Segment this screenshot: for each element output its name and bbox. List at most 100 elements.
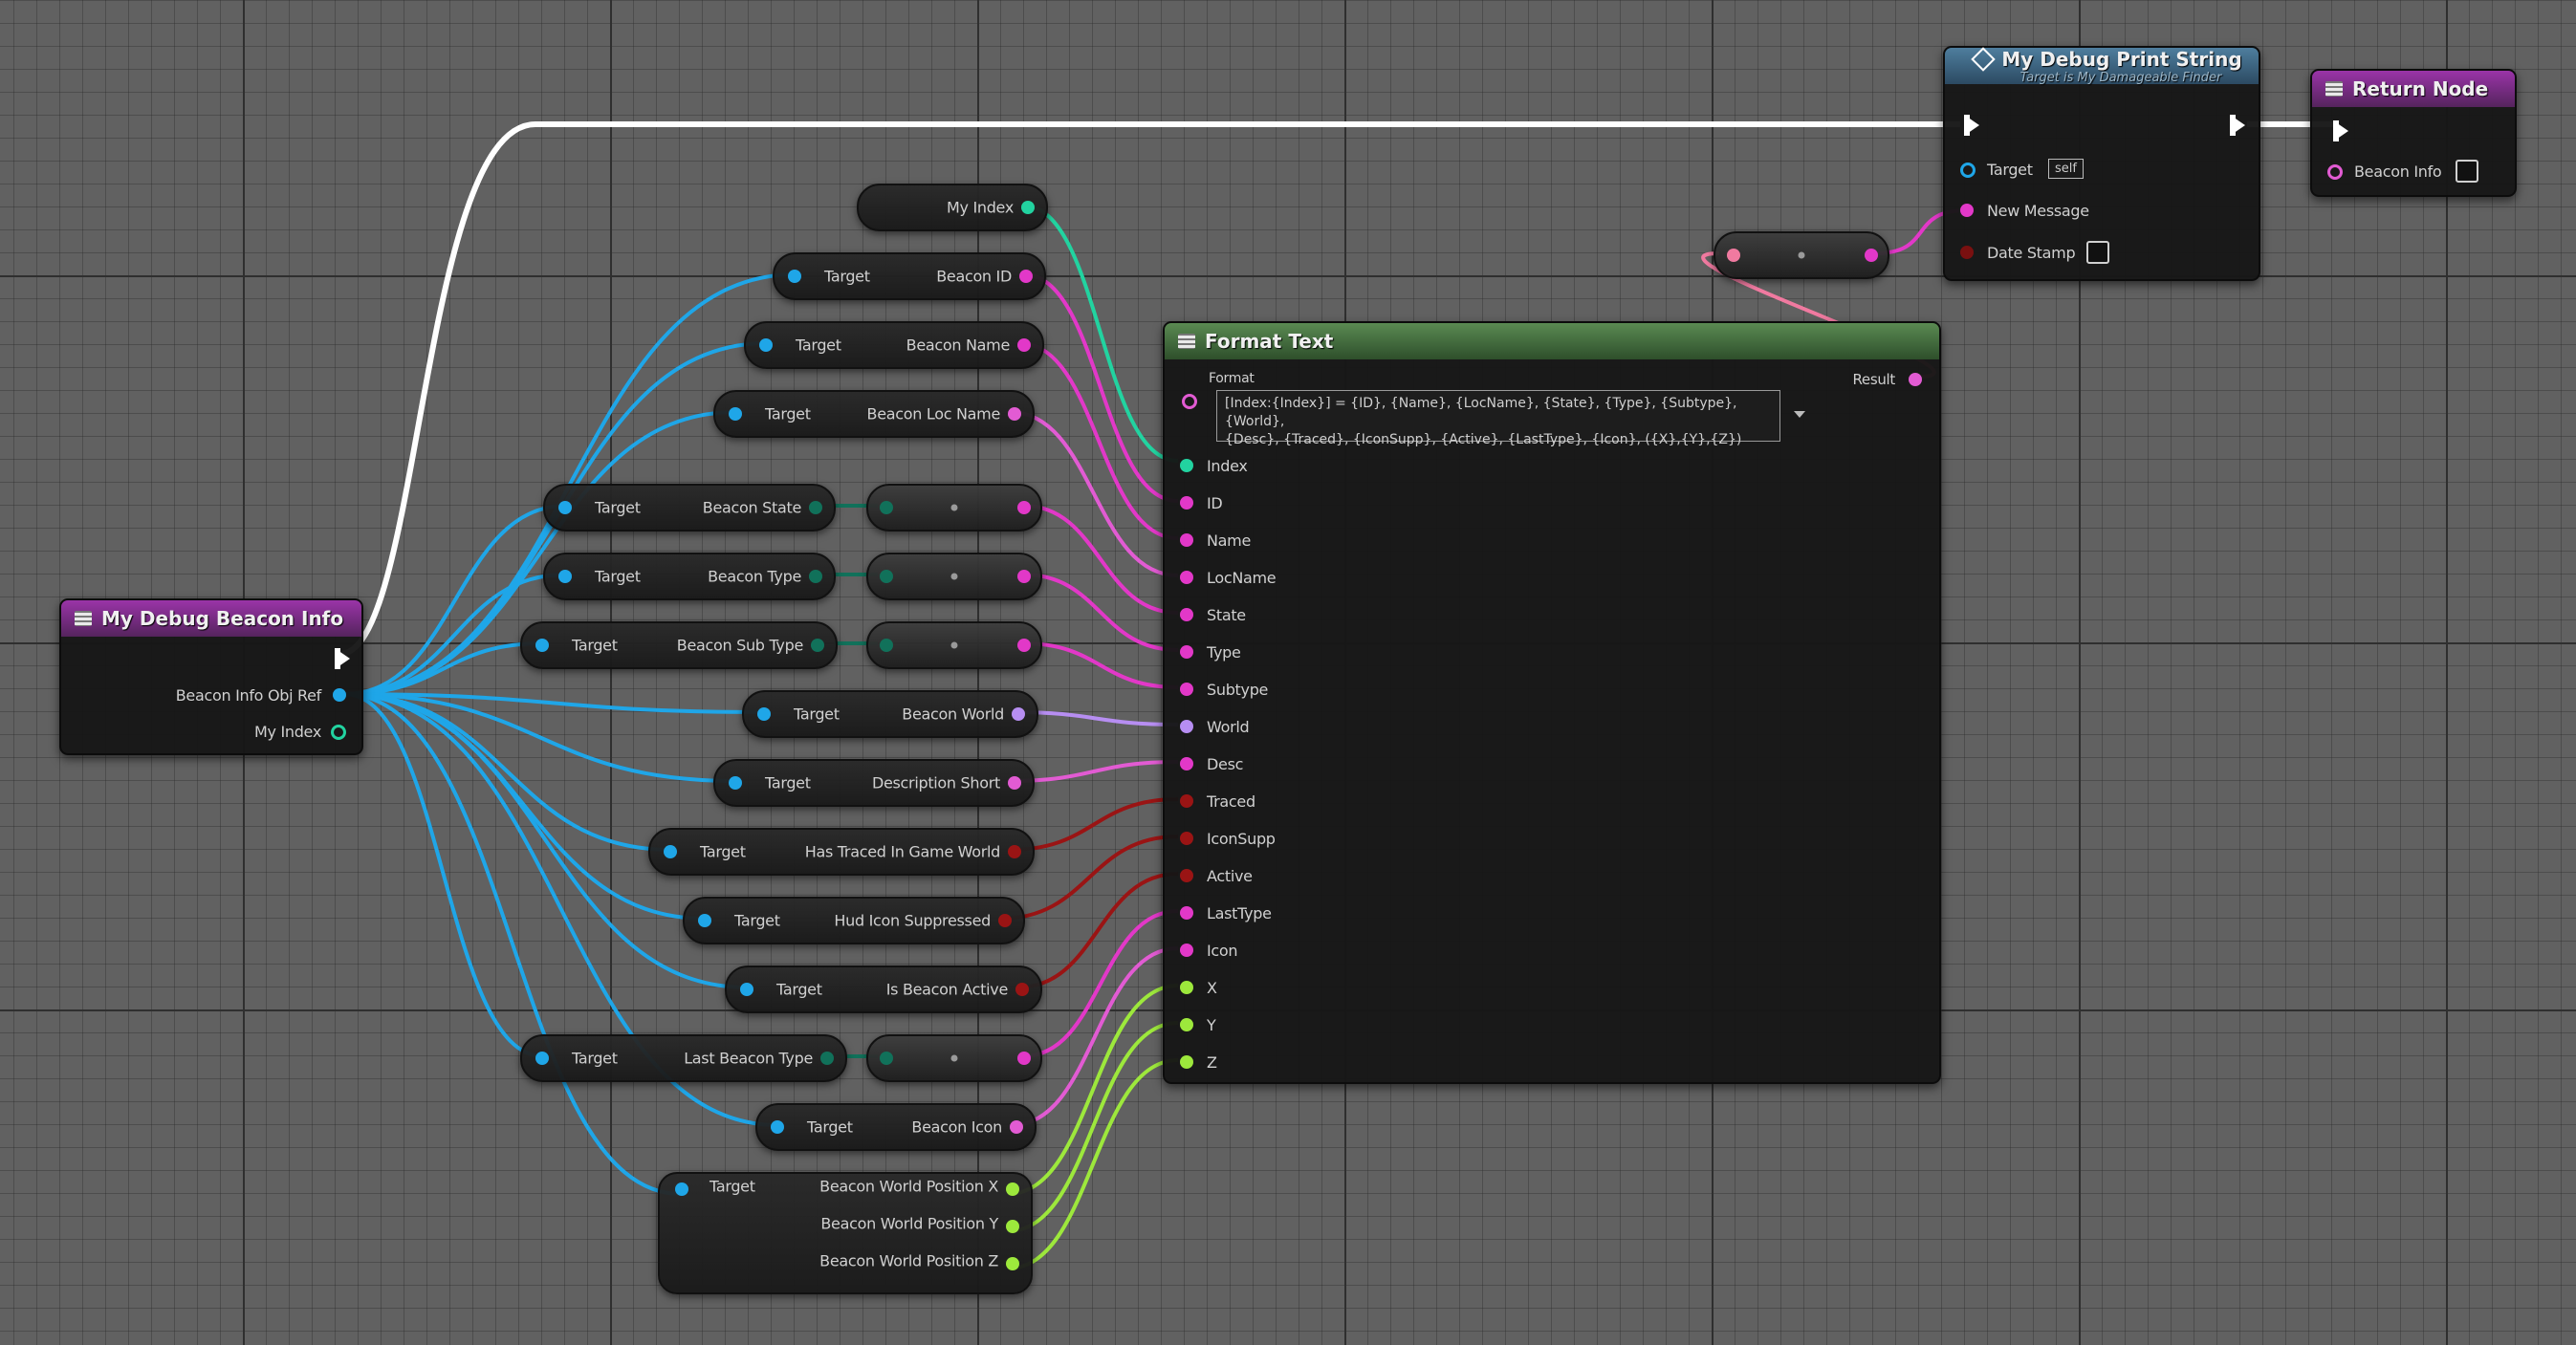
beacon-name-getter[interactable]: Target Beacon Name — [744, 321, 1044, 369]
format-input-pin-y[interactable] — [1180, 1018, 1193, 1031]
byte-to-string-node[interactable] — [866, 553, 1042, 600]
target-self-field[interactable]: self — [2048, 159, 2084, 179]
last-beacon-type-getter[interactable]: Target Last Beacon Type — [520, 1034, 847, 1082]
target-pin[interactable] — [675, 1182, 688, 1196]
beacon-id-out-pin[interactable] — [1019, 270, 1033, 283]
beacon-name-out-pin[interactable] — [1017, 338, 1031, 352]
conv-in-pin[interactable] — [880, 570, 893, 583]
conv-in-pin[interactable] — [1727, 249, 1740, 262]
target-pin[interactable] — [771, 1120, 784, 1134]
beacon-state-getter[interactable]: Target Beacon State — [543, 484, 836, 531]
target-pin[interactable] — [729, 407, 742, 421]
format-input-pin-x[interactable] — [1180, 981, 1193, 994]
pos-y-out-pin[interactable] — [1006, 1220, 1019, 1233]
beacon-world-position-getter[interactable]: Target Beacon World Position X Beacon Wo… — [658, 1172, 1033, 1294]
format-input-pin-index[interactable] — [1180, 459, 1193, 472]
byte-to-string-node[interactable] — [866, 484, 1042, 531]
debug-beacon-info-node[interactable]: My Debug Beacon Info Beacon Info Obj Ref… — [59, 598, 363, 755]
conv-in-pin[interactable] — [880, 639, 893, 652]
my-index-out-pin[interactable] — [1021, 201, 1035, 214]
debug-beacon-info-header[interactable]: My Debug Beacon Info — [61, 600, 361, 637]
print-string-header[interactable]: My Debug Print String Target is My Damag… — [1945, 46, 2259, 85]
return-node[interactable]: Return Node Beacon Info — [2310, 69, 2517, 197]
beacon-world-out-pin[interactable] — [1012, 707, 1025, 721]
hud-icon-suppressed-getter[interactable]: Target Hud Icon Suppressed — [683, 897, 1025, 944]
date-stamp-pin[interactable] — [1960, 246, 1974, 259]
conv-out-pin[interactable] — [1017, 570, 1031, 583]
byte-to-string-node[interactable] — [866, 1034, 1042, 1082]
print-exec-out-pin[interactable] — [2230, 115, 2245, 136]
conv-out-pin[interactable] — [1017, 639, 1031, 652]
target-pin[interactable] — [759, 338, 773, 352]
format-input-pin-locname[interactable] — [1180, 571, 1193, 584]
format-input-pin-state[interactable] — [1180, 608, 1193, 621]
format-string-field[interactable]: [Index:{Index}] = {ID}, {Name}, {LocName… — [1216, 390, 1780, 447]
format-input-pin-desc[interactable] — [1180, 757, 1193, 770]
target-pin[interactable] — [535, 1052, 549, 1065]
target-pin[interactable] — [729, 776, 742, 790]
format-text-header[interactable]: Format Text — [1165, 323, 1939, 359]
my-index-pin[interactable] — [331, 725, 346, 740]
conv-in-pin[interactable] — [880, 501, 893, 514]
format-text-node[interactable]: Format Text Format [Index:{Index}] = {ID… — [1163, 321, 1941, 1084]
conv-in-pin[interactable] — [880, 1052, 893, 1065]
beacon-loc-name-getter[interactable]: Target Beacon Loc Name — [713, 390, 1035, 438]
pos-z-out-pin[interactable] — [1006, 1257, 1019, 1270]
format-input-pin-iconsupp[interactable] — [1180, 832, 1193, 845]
beacon-type-out-pin[interactable] — [809, 570, 822, 583]
format-input-pin-active[interactable] — [1180, 869, 1193, 882]
target-pin[interactable] — [558, 570, 572, 583]
my-index-getter[interactable]: My Index — [857, 184, 1048, 231]
format-input-pin-type[interactable] — [1180, 645, 1193, 659]
blueprint-graph-canvas[interactable]: My Debug Beacon Info Beacon Info Obj Ref… — [0, 0, 2576, 1345]
beacon-sub-type-getter[interactable]: Target Beacon Sub Type — [520, 621, 838, 669]
print-exec-in-pin[interactable] — [1964, 115, 1979, 136]
conv-out-pin[interactable] — [1865, 249, 1878, 262]
has-traced-getter[interactable]: Target Has Traced In Game World — [648, 828, 1035, 876]
is-beacon-active-getter[interactable]: Target Is Beacon Active — [725, 965, 1042, 1013]
new-message-pin[interactable] — [1960, 204, 1974, 217]
target-pin[interactable] — [740, 983, 753, 996]
target-pin[interactable] — [788, 270, 801, 283]
is-active-out-pin[interactable] — [1015, 983, 1029, 996]
target-pin[interactable] — [664, 845, 677, 858]
beacon-id-getter[interactable]: Target Beacon ID — [773, 252, 1046, 300]
last-type-out-pin[interactable] — [820, 1052, 834, 1065]
format-input-pin-traced[interactable] — [1180, 794, 1193, 808]
format-input-pin-name[interactable] — [1180, 533, 1193, 547]
result-pin[interactable] — [1909, 373, 1922, 386]
hud-icon-out-pin[interactable] — [998, 914, 1012, 927]
date-stamp-checkbox[interactable] — [2086, 241, 2109, 264]
format-input-pin-lasttype[interactable] — [1180, 906, 1193, 920]
text-to-string-node[interactable] — [1714, 231, 1889, 279]
format-input-pin-subtype[interactable] — [1180, 683, 1193, 696]
beacon-type-getter[interactable]: Target Beacon Type — [543, 553, 836, 600]
beacon-info-checkbox[interactable] — [2456, 160, 2478, 183]
format-dropdown-arrow[interactable] — [1794, 411, 1805, 418]
exec-out-pin[interactable] — [335, 648, 350, 669]
target-pin[interactable] — [535, 639, 549, 652]
has-traced-out-pin[interactable] — [1008, 845, 1021, 858]
format-input-pin-id[interactable] — [1180, 496, 1193, 510]
format-pin[interactable] — [1182, 394, 1197, 409]
pos-x-out-pin[interactable] — [1006, 1182, 1019, 1196]
target-pin[interactable] — [757, 707, 771, 721]
conv-out-pin[interactable] — [1017, 501, 1031, 514]
format-input-pin-z[interactable] — [1180, 1055, 1193, 1069]
conv-out-pin[interactable] — [1017, 1052, 1031, 1065]
beacon-icon-out-pin[interactable] — [1010, 1120, 1023, 1134]
description-short-getter[interactable]: Target Description Short — [713, 759, 1035, 807]
beacon-world-getter[interactable]: Target Beacon World — [742, 690, 1038, 738]
print-target-pin[interactable] — [1960, 163, 1976, 178]
beacon-sub-type-out-pin[interactable] — [811, 639, 824, 652]
description-short-out-pin[interactable] — [1008, 776, 1021, 790]
beacon-state-out-pin[interactable] — [809, 501, 822, 514]
return-beacon-info-pin[interactable] — [2327, 164, 2343, 180]
beacon-info-obj-ref-pin[interactable] — [333, 688, 346, 702]
beacon-loc-name-out-pin[interactable] — [1008, 407, 1021, 421]
return-node-header[interactable]: Return Node — [2312, 71, 2515, 107]
target-pin[interactable] — [698, 914, 711, 927]
format-input-pin-world[interactable] — [1180, 720, 1193, 733]
return-exec-in-pin[interactable] — [2333, 120, 2348, 141]
target-pin[interactable] — [558, 501, 572, 514]
